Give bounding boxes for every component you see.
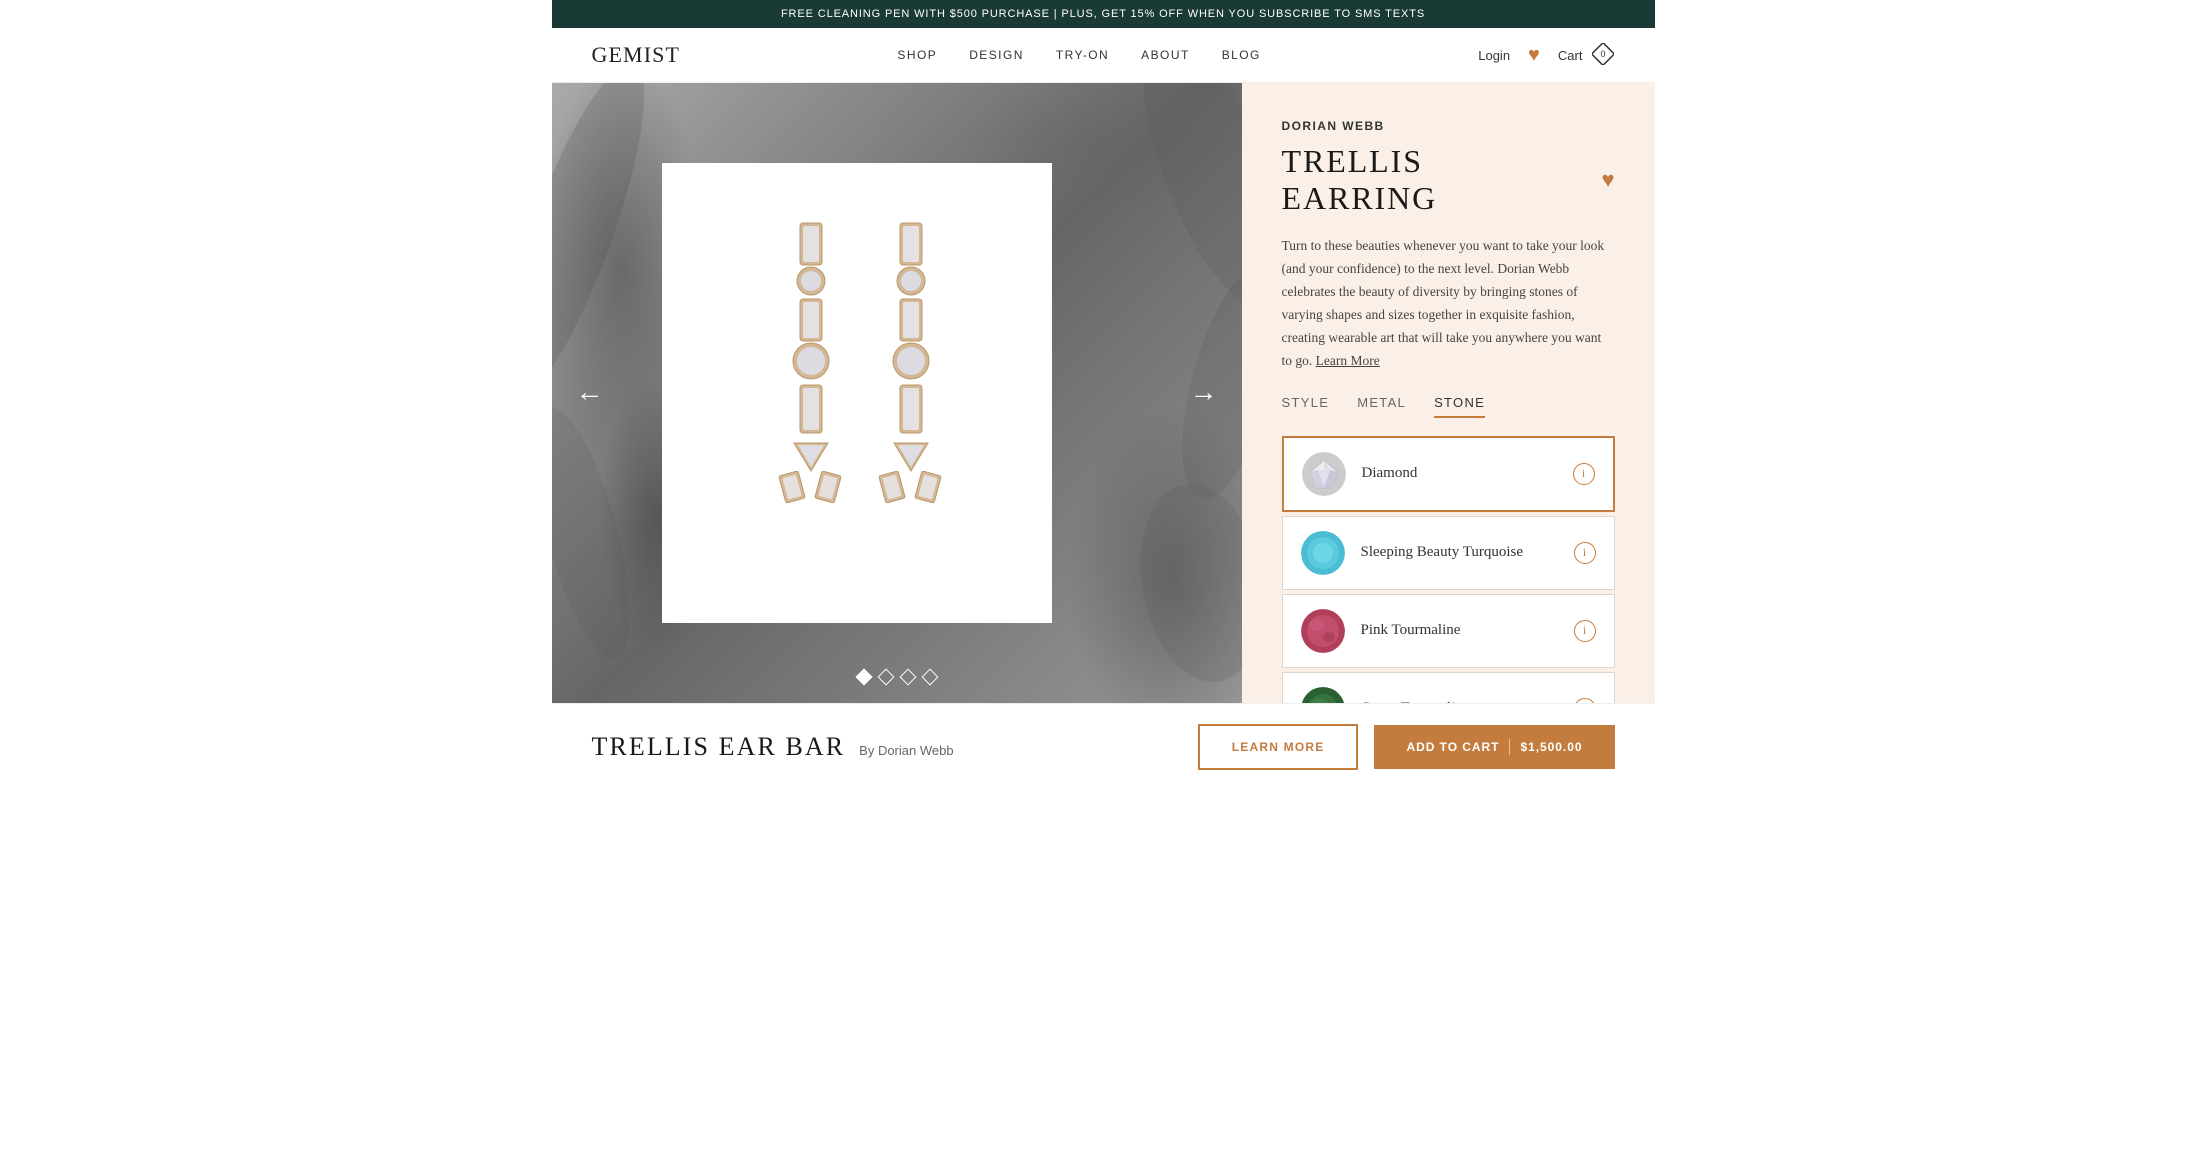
nav-try-on[interactable]: TRY-ON [1056,48,1109,62]
stone-swatch-diamond [1302,452,1346,496]
product-image-box [662,163,1052,623]
tab-style[interactable]: STYLE [1282,395,1330,418]
carousel-dot-1[interactable] [855,669,872,686]
stone-swatch-turquoise [1301,531,1345,575]
wishlist-heart-icon[interactable]: ♥ [1528,44,1540,67]
cart-diamond-icon: 0 [1592,43,1614,65]
carousel-next-button[interactable]: → [1190,377,1218,409]
carousel-dot-2[interactable] [877,669,894,686]
stone-option-diamond[interactable]: Diamond i [1282,436,1615,512]
nav-about[interactable]: ABOUT [1141,48,1190,62]
stone-name-turquoise: Sleeping Beauty Turquoise [1361,544,1524,561]
bottom-bar: TRELLIS EAR BAR By Dorian Webb LEARN MOR… [552,703,1655,790]
product-title: TRELLIS EARRING [1282,143,1588,217]
stone-option-pink-tourmaline[interactable]: Pink Tourmaline i [1282,594,1615,668]
button-divider [1509,739,1510,755]
header-actions: Login ♥ Cart 0 [1478,43,1614,68]
carousel-dot-4[interactable] [921,669,938,686]
main-nav: SHOP DESIGN TRY-ON ABOUT BLOG [897,46,1260,64]
brand-name: DORIAN WEBB [1282,119,1615,133]
product-info-panel: DORIAN WEBB TRELLIS EARRING ♥ Turn to th… [1242,83,1655,703]
stone-info-green-tourmaline[interactable]: i [1574,698,1596,703]
add-to-cart-button[interactable]: ADD TO CART $1,500.00 [1374,725,1614,769]
learn-more-link[interactable]: Learn More [1316,353,1380,368]
nav-design[interactable]: DESIGN [969,48,1024,62]
stone-options-list: Diamond i Sleeping Beauty Turquoise [1282,436,1615,703]
stone-swatch-pink-tourmaline [1301,609,1345,653]
promo-banner: FREE CLEANING PEN WITH $500 PURCHASE | P… [552,0,1655,28]
nav-shop[interactable]: SHOP [897,48,937,62]
stone-name-pink-tourmaline: Pink Tourmaline [1361,622,1461,639]
stone-name-green-tourmaline: Green Tourmaline [1361,700,1470,703]
stone-name-diamond: Diamond [1362,465,1418,482]
main-content: ← → DORIAN WEBB TRELLIS EARRING ♥ Turn t… [552,83,1655,703]
add-to-cart-label: ADD TO CART [1406,740,1499,754]
cart-label: Cart [1558,48,1583,63]
stone-info-turquoise[interactable]: i [1574,542,1596,564]
stone-info-pink-tourmaline[interactable]: i [1574,620,1596,642]
stone-option-green-tourmaline[interactable]: Green Tourmaline i [1282,672,1615,703]
stone-swatch-green-tourmaline [1301,687,1345,703]
nav-blog[interactable]: BLOG [1222,48,1261,62]
bottom-actions: LEARN MORE ADD TO CART $1,500.00 [1198,724,1615,770]
bottom-product-name: TRELLIS EAR BAR [592,732,846,762]
stone-info-diamond[interactable]: i [1573,463,1595,485]
login-button[interactable]: Login [1478,48,1510,63]
product-wishlist-icon[interactable]: ♥ [1601,167,1614,193]
left-shadow-svg [552,83,672,703]
tab-stone[interactable]: STONE [1434,395,1485,418]
product-tabs: STYLE METAL STONE [1282,395,1615,418]
earring-illustration [717,203,997,583]
bottom-brand: By Dorian Webb [859,743,953,758]
site-header: GEMIST SHOP DESIGN TRY-ON ABOUT BLOG Log… [552,28,1655,83]
learn-more-button[interactable]: LEARN MORE [1198,724,1359,770]
carousel-dots [858,671,936,683]
svg-text:0: 0 [1601,49,1606,59]
carousel-dot-3[interactable] [899,669,916,686]
stone-option-turquoise[interactable]: Sleeping Beauty Turquoise i [1282,516,1615,590]
product-title-row: TRELLIS EARRING ♥ [1282,143,1615,217]
product-image-area: ← → [552,83,1242,703]
carousel-prev-button[interactable]: ← [576,377,604,409]
cart-button[interactable]: Cart 0 [1558,43,1615,68]
site-logo[interactable]: GEMIST [592,42,681,68]
bottom-product-info: TRELLIS EAR BAR By Dorian Webb [592,732,954,762]
product-price: $1,500.00 [1520,740,1582,754]
tab-metal[interactable]: METAL [1357,395,1406,418]
product-description: Turn to these beauties whenever you want… [1282,235,1615,373]
right-shadow-svg [1082,83,1242,703]
